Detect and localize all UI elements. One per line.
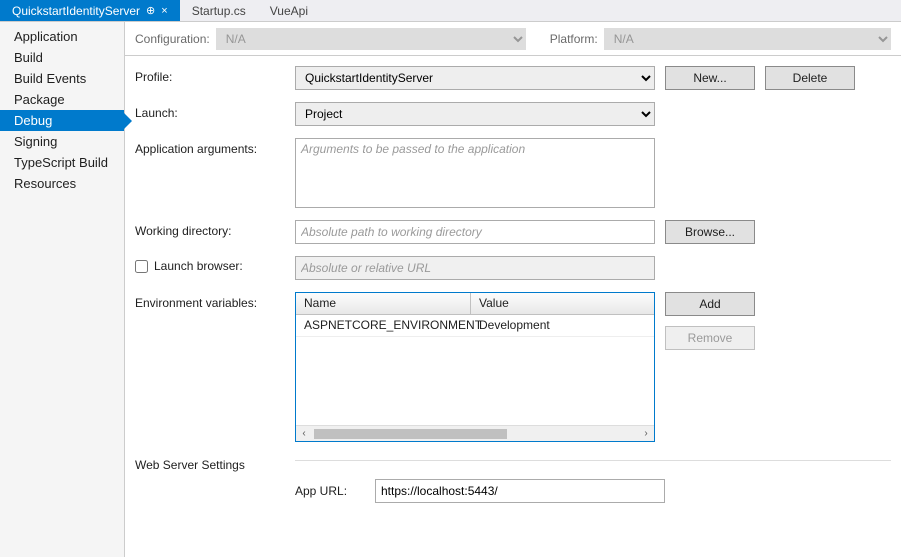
main-area: Application Build Build Events Package D… [0, 22, 901, 557]
new-profile-button[interactable]: New... [665, 66, 755, 90]
divider [295, 460, 891, 461]
browse-button[interactable]: Browse... [665, 220, 755, 244]
launch-browser-url-input [295, 256, 655, 280]
launch-row: Launch: Project [135, 102, 891, 126]
webserver-label: Web Server Settings [135, 454, 295, 472]
sidebar-item-debug[interactable]: Debug [0, 110, 124, 131]
env-table-header: Name Value [296, 293, 654, 315]
remove-envvar-button: Remove [665, 326, 755, 350]
configuration-label: Configuration: [135, 32, 210, 46]
sidebar-item-application[interactable]: Application [0, 26, 124, 47]
env-cell-value: Development [471, 315, 654, 336]
profile-label: Profile: [135, 66, 295, 84]
properties-sidebar: Application Build Build Events Package D… [0, 22, 125, 557]
profile-select[interactable]: QuickstartIdentityServer [295, 66, 655, 90]
profile-row: Profile: QuickstartIdentityServer New...… [135, 66, 891, 90]
env-table-body: ASPNETCORE_ENVIRONMENT Development [296, 315, 654, 425]
envvars-row: Environment variables: Name Value ASPNET… [135, 292, 891, 442]
workdir-input[interactable] [295, 220, 655, 244]
launch-label: Launch: [135, 102, 295, 120]
appurl-label: App URL: [295, 484, 365, 498]
tab-quickstart[interactable]: QuickstartIdentityServer ⊕ × [0, 0, 180, 21]
workdir-row: Working directory: Browse... [135, 220, 891, 244]
configuration-select: N/A [216, 28, 526, 50]
add-envvar-button[interactable]: Add [665, 292, 755, 316]
tab-startup[interactable]: Startup.cs [180, 0, 258, 21]
sidebar-item-build-events[interactable]: Build Events [0, 68, 124, 89]
sidebar-item-build[interactable]: Build [0, 47, 124, 68]
env-scrollbar[interactable]: ‹ › [296, 425, 654, 441]
tab-label: QuickstartIdentityServer [12, 4, 140, 18]
env-col-name[interactable]: Name [296, 293, 471, 314]
webserver-row: Web Server Settings [135, 454, 891, 475]
env-cell-name: ASPNETCORE_ENVIRONMENT [296, 315, 471, 336]
sidebar-item-typescript-build[interactable]: TypeScript Build [0, 152, 124, 173]
close-icon[interactable]: × [161, 5, 167, 17]
appargs-input[interactable] [295, 138, 655, 208]
tab-label: Startup.cs [192, 4, 246, 18]
delete-profile-button[interactable]: Delete [765, 66, 855, 90]
sidebar-item-package[interactable]: Package [0, 89, 124, 110]
platform-select: N/A [604, 28, 891, 50]
scroll-left-icon[interactable]: ‹ [296, 428, 312, 439]
appurl-row: App URL: [295, 479, 891, 503]
env-col-value[interactable]: Value [471, 293, 654, 314]
launch-browser-row: Launch browser: [135, 256, 891, 280]
launch-select[interactable]: Project [295, 102, 655, 126]
scroll-right-icon[interactable]: › [638, 428, 654, 439]
appargs-row: Application arguments: [135, 138, 891, 208]
env-row[interactable]: ASPNETCORE_ENVIRONMENT Development [296, 315, 654, 337]
scroll-thumb[interactable] [314, 429, 636, 439]
pin-icon[interactable]: ⊕ [146, 4, 155, 17]
workdir-label: Working directory: [135, 220, 295, 238]
sidebar-item-signing[interactable]: Signing [0, 131, 124, 152]
launch-browser-checkbox[interactable] [135, 260, 148, 273]
appurl-input[interactable] [375, 479, 665, 503]
sidebar-item-resources[interactable]: Resources [0, 173, 124, 194]
env-table[interactable]: Name Value ASPNETCORE_ENVIRONMENT Develo… [295, 292, 655, 442]
tab-label: VueApi [270, 4, 308, 18]
debug-form: Profile: QuickstartIdentityServer New...… [125, 56, 901, 513]
editor-tabs: QuickstartIdentityServer ⊕ × Startup.cs … [0, 0, 901, 22]
tab-vueapi[interactable]: VueApi [258, 0, 320, 21]
content-panel: Configuration: N/A Platform: N/A Profile… [125, 22, 901, 557]
envvars-label: Environment variables: [135, 292, 295, 310]
platform-label: Platform: [550, 32, 598, 46]
config-topbar: Configuration: N/A Platform: N/A [125, 22, 901, 56]
appargs-label: Application arguments: [135, 138, 295, 156]
launch-browser-label: Launch browser: [154, 259, 243, 273]
